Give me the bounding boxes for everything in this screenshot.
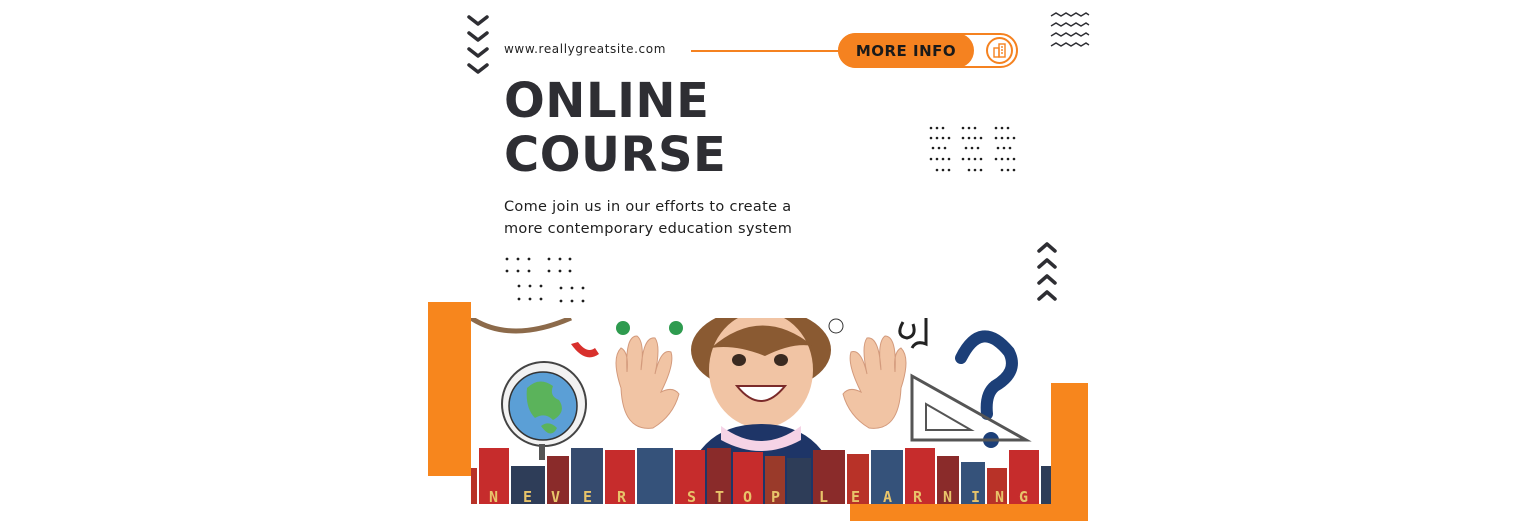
svg-text:N: N <box>995 488 1004 504</box>
orange-frame-right <box>1051 383 1088 521</box>
svg-text:T: T <box>715 488 724 504</box>
more-info-label: MORE INFO <box>838 33 974 68</box>
hero-photo: NEV ER STOP LEAR NING <box>471 318 1051 504</box>
wavy-lines-icon <box>1050 12 1090 47</box>
svg-text:L: L <box>819 488 828 504</box>
header-divider <box>691 50 841 52</box>
page-title: ONLINE COURSE <box>504 74 726 182</box>
svg-text:N: N <box>489 488 498 504</box>
orange-frame-bottom <box>850 504 1088 521</box>
svg-text:E: E <box>851 488 860 504</box>
svg-text:R: R <box>617 488 627 504</box>
svg-text:A: A <box>883 488 892 504</box>
child-with-books-illustration: NEV ER STOP LEAR NING <box>471 318 1051 504</box>
svg-text:O: O <box>743 488 752 504</box>
more-info-button[interactable]: MORE INFO <box>838 33 1018 68</box>
svg-text:E: E <box>583 488 592 504</box>
svg-text:E: E <box>523 488 532 504</box>
svg-text:G: G <box>1019 488 1028 504</box>
chevron-up-icon <box>1037 242 1057 301</box>
orange-frame-left <box>428 302 471 476</box>
title-line-2: COURSE <box>504 127 727 183</box>
poster: www.reallygreatsite.com MORE INFO ONLINE… <box>0 0 1520 521</box>
svg-text:N: N <box>943 488 952 504</box>
website-url[interactable]: www.reallygreatsite.com <box>504 42 666 56</box>
dot-grid-left <box>505 257 585 303</box>
svg-text:R: R <box>913 488 923 504</box>
dot-grid-right <box>929 126 1016 172</box>
building-icon <box>986 37 1013 64</box>
svg-text:S: S <box>687 488 696 504</box>
chevron-down-icon <box>467 15 489 74</box>
svg-text:I: I <box>971 488 980 504</box>
title-line-1: ONLINE <box>504 73 710 129</box>
svg-text:P: P <box>771 488 780 504</box>
description: Come join us in our efforts to create a … <box>504 199 793 237</box>
svg-text:V: V <box>551 488 560 504</box>
